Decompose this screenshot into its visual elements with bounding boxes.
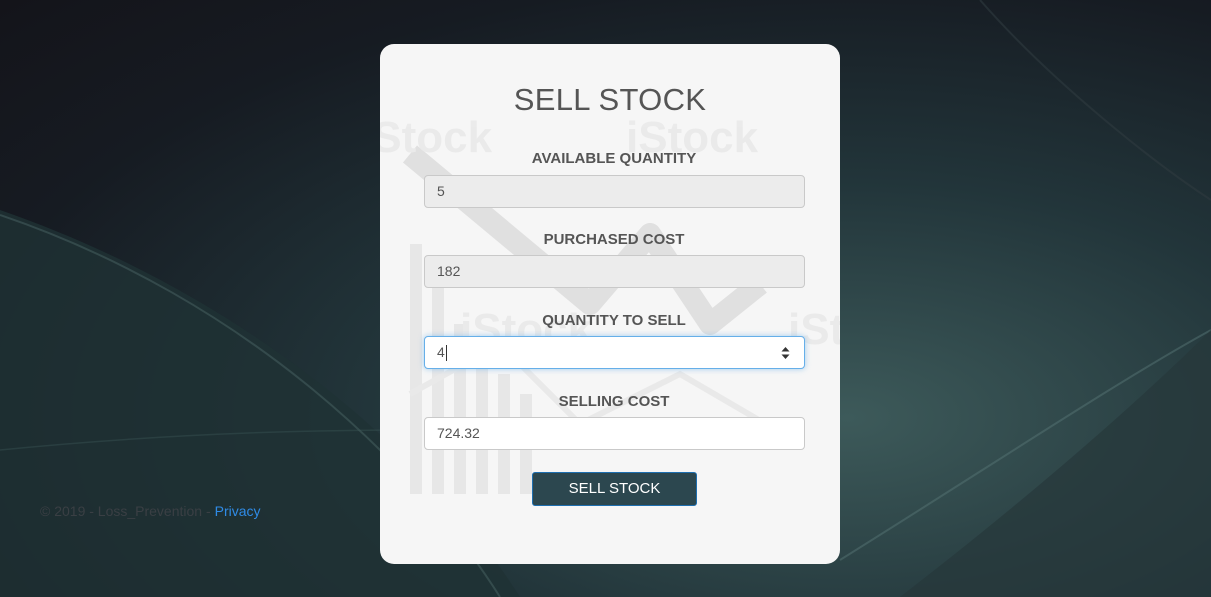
copyright-text: © 2019 - Loss_Prevention -	[40, 503, 211, 519]
available-quantity-label: AVAILABLE QUANTITY	[531, 150, 697, 167]
selling-cost-label: SELLING COST	[558, 393, 670, 410]
quantity-to-sell-value: 4	[437, 344, 445, 360]
quantity-to-sell-label: QUANTITY TO SELL	[542, 312, 686, 329]
sell-stock-button[interactable]: SELL STOCK	[532, 472, 697, 506]
text-caret	[445, 345, 447, 362]
quantity-to-sell-input[interactable]: 4	[424, 336, 805, 369]
sell-stock-card: iStock iStock iStock iStock SELL STOCK A…	[380, 44, 840, 564]
purchased-cost-field: 182	[424, 255, 805, 288]
available-quantity-field: 5	[424, 175, 805, 208]
number-spinner-icon[interactable]	[781, 346, 790, 360]
privacy-link[interactable]: Privacy	[215, 503, 261, 519]
selling-cost-input[interactable]: 724.32	[424, 417, 805, 450]
footer: © 2019 - Loss_Prevention - Privacy	[40, 503, 261, 519]
purchased-cost-value: 182	[437, 263, 461, 279]
available-quantity-value: 5	[437, 183, 445, 199]
selling-cost-value: 724.32	[437, 425, 480, 441]
page-title: SELL STOCK	[513, 82, 707, 117]
purchased-cost-label: PURCHASED COST	[543, 231, 685, 248]
